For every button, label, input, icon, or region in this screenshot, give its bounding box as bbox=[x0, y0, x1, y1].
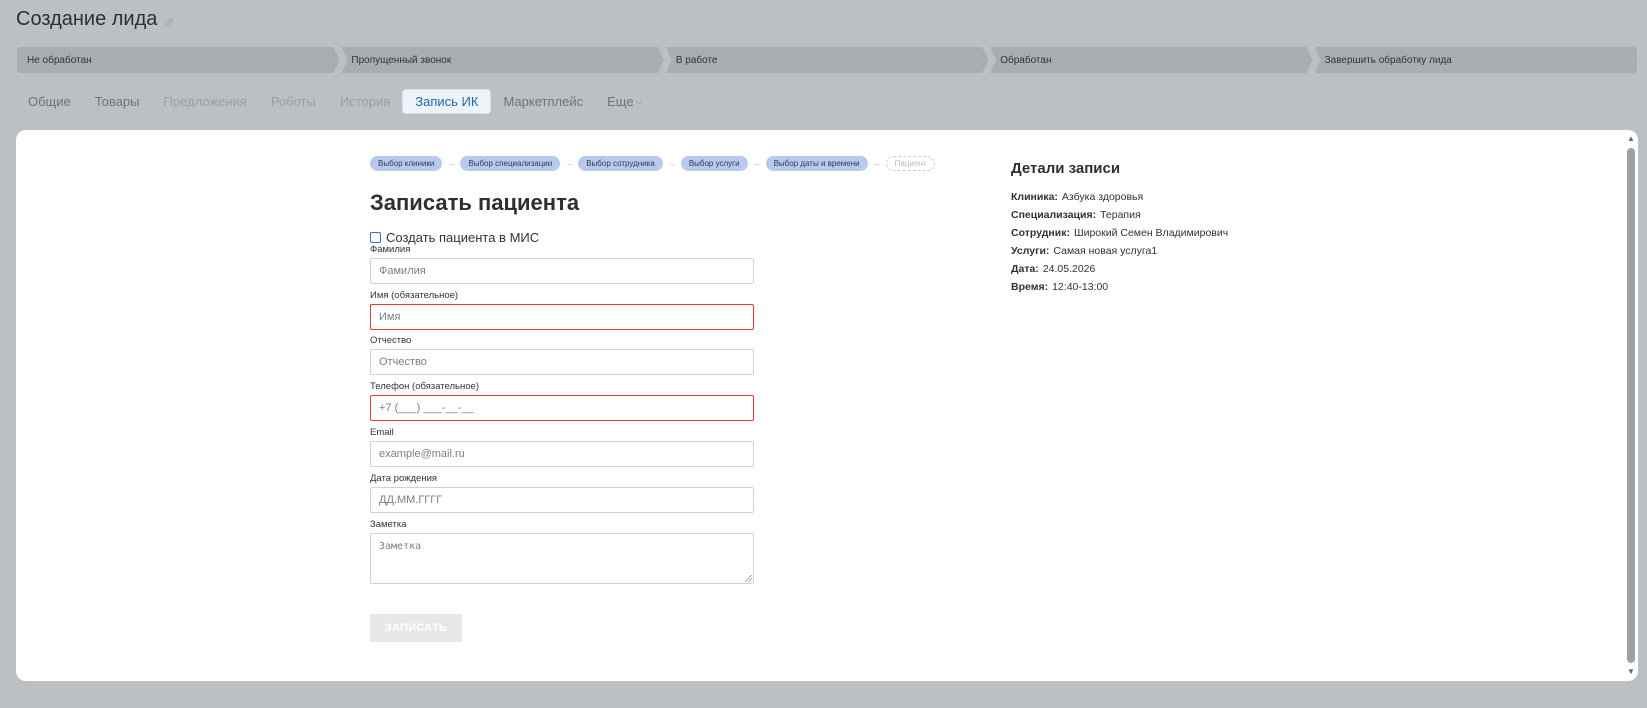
step-datetime[interactable]: Выбор даты и времени bbox=[765, 156, 868, 171]
submit-button[interactable]: ЗАПИСАТЬ bbox=[370, 614, 462, 642]
vertical-scrollbar[interactable]: ▲ ▼ bbox=[1626, 134, 1636, 677]
stage-pipeline: Не обработан Пропущенный звонок В работе… bbox=[17, 47, 1638, 73]
step-patient: Пациент bbox=[885, 156, 936, 171]
first-name-label: Имя (обязательное) bbox=[370, 290, 459, 301]
page-title: Создание лида bbox=[16, 8, 158, 30]
stage-not-processed[interactable]: Не обработан bbox=[17, 47, 339, 73]
tab-products[interactable]: Товары bbox=[83, 89, 152, 114]
chevron-down-icon: ⌵ bbox=[635, 96, 643, 106]
birthdate-label: Дата рождения bbox=[370, 473, 438, 484]
arrow-right-icon: → bbox=[872, 159, 881, 168]
arrow-right-icon: → bbox=[667, 159, 676, 168]
step-employee[interactable]: Выбор сотрудника bbox=[578, 156, 663, 171]
arrow-right-icon: → bbox=[565, 159, 574, 168]
email-input[interactable]: example@mail.ru bbox=[370, 441, 754, 467]
middle-name-label: Отчество bbox=[370, 335, 412, 346]
first-name-input[interactable]: Имя bbox=[370, 304, 754, 330]
middle-name-input[interactable]: Отчество bbox=[370, 349, 754, 375]
phone-label: Телефон (обязательное) bbox=[370, 381, 479, 392]
stage-processed[interactable]: Обработан bbox=[990, 47, 1312, 73]
tab-more[interactable]: Еще ⌵ bbox=[595, 89, 654, 114]
tab-marketplace[interactable]: Маркетплейс bbox=[491, 89, 595, 114]
detail-value: 12:40-13:00 bbox=[1052, 281, 1109, 293]
detail-services: Услуги: Самая новая услуга1 bbox=[1011, 242, 1228, 260]
page-header: Создание лида bbox=[16, 8, 175, 31]
email-label: Email bbox=[370, 427, 394, 438]
note-group: Заметка Заметка bbox=[370, 519, 754, 584]
detail-specialization: Специализация: Терапия bbox=[1011, 206, 1228, 224]
detail-employee: Сотрудник: Широкий Семен Владимирович bbox=[1011, 224, 1228, 242]
detail-value: Широкий Семен Владимирович bbox=[1073, 227, 1229, 239]
detail-label: Время: bbox=[1011, 281, 1049, 293]
scroll-thumb[interactable] bbox=[1627, 148, 1635, 663]
tab-history[interactable]: История bbox=[328, 89, 402, 114]
middle-name-group: Отчество Отчество bbox=[370, 335, 754, 375]
wizard-steps: Выбор клиники → Выбор специализации → Вы… bbox=[370, 156, 936, 171]
tab-general[interactable]: Общие bbox=[16, 89, 83, 114]
checkbox-label: Создать пациента в МИС bbox=[386, 230, 540, 245]
birthdate-group: Дата рождения ДД.ММ.ГГГГ bbox=[370, 473, 754, 513]
note-textarea[interactable]: Заметка bbox=[370, 533, 754, 584]
tab-robots[interactable]: Роботы bbox=[259, 89, 328, 114]
stage-label: Завершить обработку лида bbox=[1324, 54, 1452, 66]
detail-value: Азбука здоровья bbox=[1061, 191, 1144, 203]
stage-label: Обработан bbox=[1000, 54, 1052, 66]
resize-handle-icon[interactable] bbox=[745, 575, 752, 582]
note-label: Заметка bbox=[370, 519, 407, 530]
stage-missed-call[interactable]: Пропущенный звонок bbox=[341, 47, 663, 73]
checkbox[interactable] bbox=[370, 232, 381, 243]
appointment-details: Детали записи Клиника: Азбука здоровья Сп… bbox=[1011, 160, 1228, 296]
tab-appointment-ik[interactable]: Запись ИК bbox=[402, 89, 492, 114]
details-title: Детали записи bbox=[1011, 160, 1121, 177]
scroll-up-icon[interactable]: ▲ bbox=[1626, 134, 1636, 144]
arrow-right-icon: → bbox=[447, 159, 456, 168]
stage-finish-lead[interactable]: Завершить обработку лида bbox=[1314, 47, 1638, 73]
email-group: Email example@mail.ru bbox=[370, 427, 754, 467]
tab-offers[interactable]: Предложения bbox=[151, 89, 258, 114]
step-clinic[interactable]: Выбор клиники bbox=[370, 156, 443, 171]
detail-label: Специализация: bbox=[1011, 209, 1097, 221]
scroll-down-icon[interactable]: ▼ bbox=[1626, 667, 1636, 677]
appointment-card: Выбор клиники → Выбор специализации → Вы… bbox=[16, 130, 1638, 681]
stage-label: Не обработан bbox=[27, 54, 92, 66]
step-specialization[interactable]: Выбор специализации bbox=[460, 156, 561, 171]
detail-label: Дата: bbox=[1011, 263, 1039, 275]
phone-input[interactable]: +7 (___) ___-__-__ bbox=[370, 395, 754, 421]
arrow-right-icon: → bbox=[752, 159, 761, 168]
step-service[interactable]: Выбор услуги bbox=[680, 156, 748, 171]
last-name-group: Фамилия Фамилия bbox=[370, 244, 754, 284]
last-name-label: Фамилия bbox=[370, 244, 411, 255]
create-in-mis-checkbox[interactable]: Создать пациента в МИС bbox=[370, 230, 539, 245]
form-title: Записать пациента bbox=[370, 190, 580, 215]
detail-label: Услуги: bbox=[1011, 245, 1050, 257]
stage-in-progress[interactable]: В работе bbox=[666, 47, 988, 73]
detail-value: 24.05.2026 bbox=[1042, 263, 1096, 275]
tabs-bar: Общие Товары Предложения Роботы История … bbox=[16, 89, 654, 114]
first-name-group: Имя (обязательное) Имя bbox=[370, 290, 754, 330]
detail-value: Самая новая услуга1 bbox=[1053, 245, 1158, 257]
detail-value: Терапия bbox=[1100, 209, 1141, 221]
detail-label: Клиника: bbox=[1011, 191, 1058, 203]
detail-label: Сотрудник: bbox=[1011, 227, 1070, 239]
note-placeholder: Заметка bbox=[379, 541, 422, 552]
link-icon[interactable] bbox=[163, 16, 175, 28]
detail-time: Время: 12:40-13:00 bbox=[1011, 278, 1228, 296]
birthdate-input[interactable]: ДД.ММ.ГГГГ bbox=[370, 487, 754, 513]
phone-group: Телефон (обязательное) +7 (___) ___-__-_… bbox=[370, 381, 754, 421]
detail-clinic: Клиника: Азбука здоровья bbox=[1011, 188, 1228, 206]
last-name-input[interactable]: Фамилия bbox=[370, 258, 754, 284]
stage-label: В работе bbox=[675, 54, 718, 66]
detail-date: Дата: 24.05.2026 bbox=[1011, 260, 1228, 278]
tab-more-label: Еще bbox=[607, 94, 634, 109]
stage-label: Пропущенный звонок bbox=[351, 54, 452, 66]
